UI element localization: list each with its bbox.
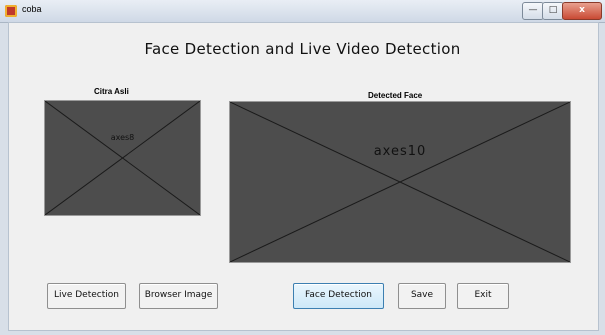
matlab-app-icon (5, 5, 17, 17)
axes-left: axes8 (44, 100, 201, 216)
axes-left-label: Citra Asli (94, 87, 129, 96)
axes-left-placeholder-cross (45, 101, 200, 215)
save-button[interactable]: Save (398, 283, 446, 309)
close-button[interactable]: x (562, 2, 602, 20)
window-titlebar: coba — □ x (0, 0, 605, 23)
axes-left-name: axes8 (110, 133, 135, 142)
exit-button[interactable]: Exit (457, 283, 509, 309)
maximize-button[interactable]: □ (542, 2, 564, 20)
window-title: coba (22, 4, 42, 14)
live-detection-button[interactable]: Live Detection (47, 283, 126, 309)
page-title: Face Detection and Live Video Detection (144, 40, 461, 58)
minimize-button[interactable]: — (522, 2, 544, 20)
axes-right-label: Detected Face (368, 91, 423, 100)
axes-right-name: axes10 (373, 144, 427, 159)
browser-image-button[interactable]: Browser Image (139, 283, 218, 309)
axes-right: axes10 (229, 101, 571, 263)
face-detection-button[interactable]: Face Detection (293, 283, 384, 309)
axes-right-placeholder-cross (230, 102, 570, 262)
